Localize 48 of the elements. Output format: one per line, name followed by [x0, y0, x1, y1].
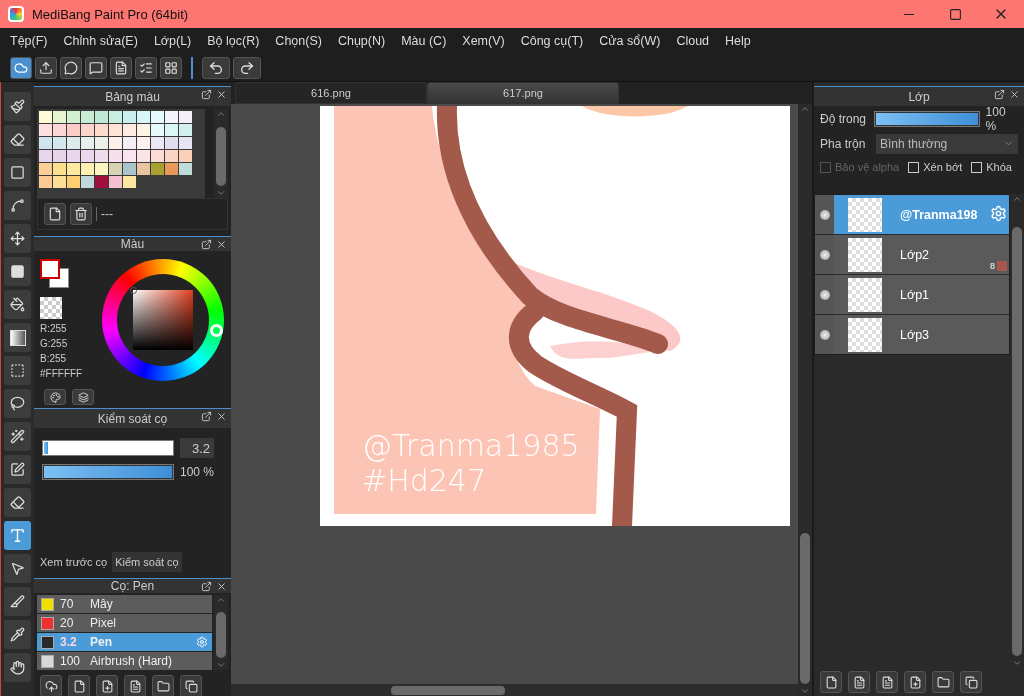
opacity-label: Độ trong: [820, 111, 868, 126]
brush-name: Pen: [90, 635, 113, 649]
menu-item[interactable]: Cloud: [668, 34, 718, 48]
panel-title: Kiểm soát cọ: [97, 411, 168, 426]
color-value: G:255: [40, 338, 69, 349]
document-tab[interactable]: 617.png: [427, 82, 619, 104]
panel-title: Cọ: Pen: [110, 579, 155, 593]
menu-item[interactable]: Cửa sổ(W): [591, 34, 669, 48]
brush-size: 70: [60, 597, 75, 611]
panel-title: Lớp: [908, 89, 930, 104]
menu-item[interactable]: Công cụ(T): [512, 34, 592, 48]
blend-label: Pha trộn: [820, 136, 867, 151]
panel-title: Bảng màu: [105, 89, 160, 104]
menu-item[interactable]: Bộ lọc(R): [199, 34, 268, 48]
panel-tab[interactable]: Kiểm soát cọ: [112, 552, 182, 572]
brush-item[interactable]: 70 Mây: [37, 595, 212, 613]
palette-name: ---: [96, 207, 113, 221]
opacity-value: 100 %: [985, 104, 1007, 133]
brush-name: Airbrush (Hard): [90, 654, 174, 668]
brush-name: Mây: [90, 597, 114, 611]
blend-dropdown[interactable]: Bình thường: [876, 133, 1018, 154]
brush-name: Pixel: [90, 616, 117, 630]
panel-title: Màu: [120, 237, 145, 251]
color-value: R:255: [40, 323, 68, 334]
checkbox-label[interactable]: Khóa: [971, 161, 1012, 173]
brush-item[interactable]: 100 Airbrush (Hard): [37, 652, 212, 670]
checkbox-label[interactable]: Xén bớt: [908, 161, 963, 173]
artwork-text: @Tranma1985: [362, 428, 580, 463]
window-title: MediBang Paint Pro (64bit): [32, 6, 190, 22]
artwork-text: #Hd247: [362, 463, 486, 498]
layer-count-label: 8: [990, 261, 995, 271]
menu-item[interactable]: Chọn(S): [267, 34, 330, 48]
opacity-value: 100 %: [180, 465, 215, 479]
size-field[interactable]: 3.2: [180, 438, 214, 458]
brush-item[interactable]: 20 Pixel: [37, 614, 212, 632]
menu-item[interactable]: Help: [717, 34, 759, 48]
menu-item[interactable]: Màu (C): [393, 34, 455, 48]
brush-size: 3.2: [60, 635, 78, 649]
brush-size: 20: [60, 616, 75, 630]
color-value: B:255: [40, 353, 68, 364]
brush-size: 100: [60, 654, 82, 668]
menu-item[interactable]: Xem(V): [454, 34, 513, 48]
hex-value: #FFFFFF: [40, 368, 84, 379]
menu-item[interactable]: Tệp(F): [2, 34, 56, 48]
menu-item[interactable]: Chỉnh sửa(E): [55, 34, 146, 48]
menu-item[interactable]: Chụp(N): [329, 34, 394, 48]
menu-item[interactable]: Lớp(L): [145, 34, 200, 48]
document-tab[interactable]: 616.png: [235, 82, 427, 104]
